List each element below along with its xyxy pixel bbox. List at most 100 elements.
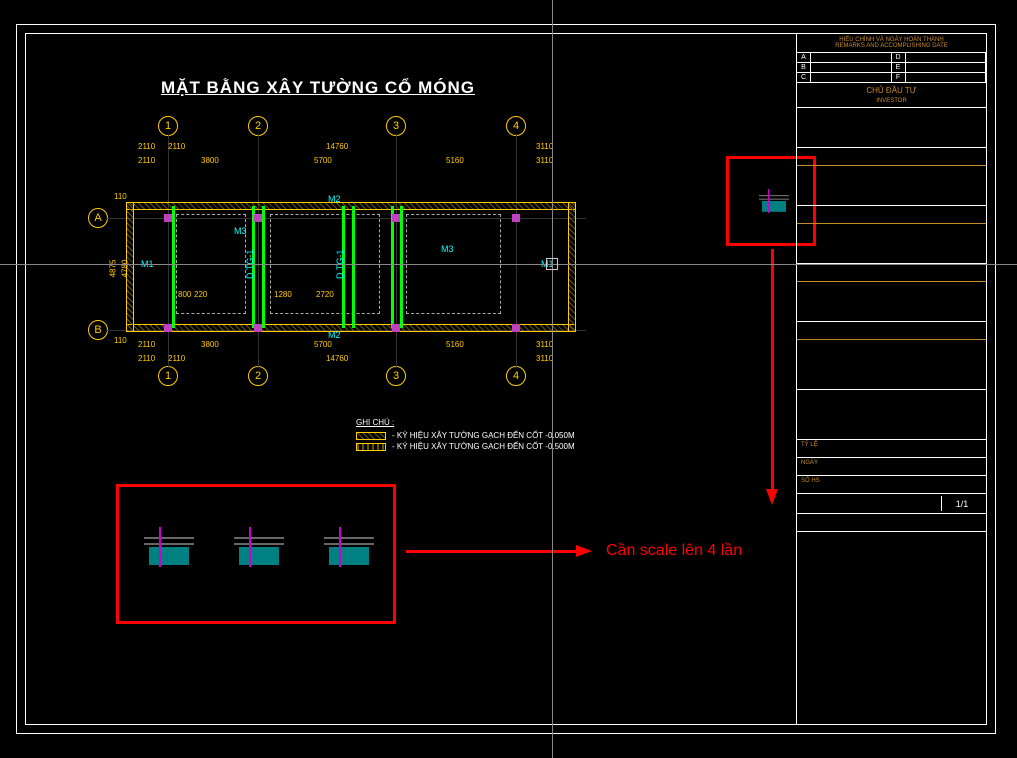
detail-thumb-1 [139,527,199,577]
tb-section [797,390,986,440]
tb-section [797,224,986,264]
highlight-box-large [116,484,396,624]
dim: 2110 [168,354,185,363]
dim: 2110 [168,142,185,151]
tb-header: HIẾU CHÍNH VÀ NGÀY HOÀN THÀNH REMARKS AN… [797,34,986,53]
beam [262,206,265,328]
drawing-frame-outer: MẶT BẰNG XÂY TƯỜNG CỔ MÓNG 1 2 3 4 1 2 3… [16,24,996,734]
tb-divider [797,148,986,166]
gridline-3 [396,134,397,368]
titleblock: HIẾU CHÍNH VÀ NGÀY HOÀN THÀNH REMARKS AN… [796,34,986,724]
drawing-title: MẶT BẰNG XÂY TƯỜNG CỔ MÓNG [161,78,475,98]
legend-text-2: - KÝ HIỆU XÂY TƯỜNG GẠCH ĐẾN CỐT -0.500M [392,442,575,451]
tb-section [797,340,986,390]
wall-left [126,202,134,332]
column [512,214,520,222]
gridline-1 [168,134,169,368]
column [512,324,520,332]
dim: 110 [114,192,127,201]
grid-bubble-4-top: 4 [506,116,526,136]
arrow-right-head [576,545,592,557]
model-space[interactable]: MẶT BẰNG XÂY TƯỜNG CỔ MÓNG 1 2 3 4 1 2 3… [26,34,796,724]
beam [352,206,355,328]
tb-sheet-no: 1/1 [942,496,982,511]
tb-row: TỶ LỆ [797,440,986,458]
column [392,214,400,222]
tb-cell: E [892,63,906,73]
tb-row: NGÀY [797,458,986,476]
dim: 14760 [326,354,348,363]
dim: 2110 [138,354,155,363]
dim: 2110 [138,340,155,349]
legend-swatch-2 [356,443,386,451]
arrow-down-shaft [771,249,774,489]
tb-sheet-row: 1/1 [797,494,986,514]
label-m3a: M3 [234,226,247,236]
dim: 2110 [138,142,155,151]
column [392,324,400,332]
gridline-2 [258,134,259,368]
column [254,324,262,332]
label-m3b: M3 [441,244,454,254]
grid-bubble-3-top: 3 [386,116,406,136]
annotation-text: Cần scale lên 4 lần [606,542,742,560]
dim: 4875 [108,260,117,278]
tb-cell [906,73,987,83]
detail-thumb-small [756,189,792,219]
crosshair-vertical [552,0,553,758]
dim: 5700 [314,340,332,349]
tb-cell: D [892,53,906,63]
label-m2-bot: M2 [328,330,341,340]
tb-owner: CHỦ ĐẦU TƯ INVESTOR [797,83,986,108]
label-m2-top: M2 [328,194,341,204]
tb-divider [797,264,986,282]
tb-cell [906,63,987,73]
arrow-down-head [766,489,778,505]
dim: 2720 [316,290,334,299]
tb-cell: A [797,53,811,63]
tb-cell [811,53,892,63]
beam [400,206,403,328]
dim: 800 [178,290,191,299]
tb-cell: B [797,63,811,73]
grid-bubble-4-bot: 4 [506,366,526,386]
dim: 5160 [446,156,464,165]
dim: 3110 [536,142,553,151]
tb-divider [797,322,986,340]
detail-thumb-3 [319,527,379,577]
cursor-pickbox[interactable] [546,258,558,270]
grid-bubble-1-bot: 1 [158,366,178,386]
dim: 3800 [201,340,219,349]
tb-cell [906,53,987,63]
crosshair-horizontal [0,264,1017,265]
dim: 3110 [536,340,553,349]
wall-top [126,202,576,210]
legend: GHI CHÚ : - KÝ HIỆU XÂY TƯỜNG GẠCH ĐẾN C… [356,418,575,453]
tb-cell: C [797,73,811,83]
dim: 3800 [201,156,219,165]
grid-bubble-1-top: 1 [158,116,178,136]
tb-row [797,514,986,532]
tb-section [797,108,986,148]
drawing-frame-inner: MẶT BẰNG XÂY TƯỜNG CỔ MÓNG 1 2 3 4 1 2 3… [25,33,987,725]
gridline-4 [516,134,517,368]
dim: 3110 [536,156,553,165]
tb-section [797,282,986,322]
grid-bubble-B: B [88,320,108,340]
legend-header: GHI CHÚ : [356,418,575,427]
grid-bubble-2-top: 2 [248,116,268,136]
tb-revision-grid: AD BE CF [797,53,986,83]
arrow-right-shaft [406,550,576,553]
column [254,214,262,222]
grid-bubble-3-bot: 3 [386,366,406,386]
tb-divider [797,206,986,224]
legend-swatch-1 [356,432,386,440]
dim: 5700 [314,156,332,165]
dim: 14760 [326,142,348,151]
legend-text-1: - KÝ HIỆU XÂY TƯỜNG GẠCH ĐẾN CỐT -0.050M [392,431,575,440]
dim: 5160 [446,340,464,349]
grid-bubble-2-bot: 2 [248,366,268,386]
tb-section [797,166,986,206]
column [164,324,172,332]
tb-cell [811,63,892,73]
